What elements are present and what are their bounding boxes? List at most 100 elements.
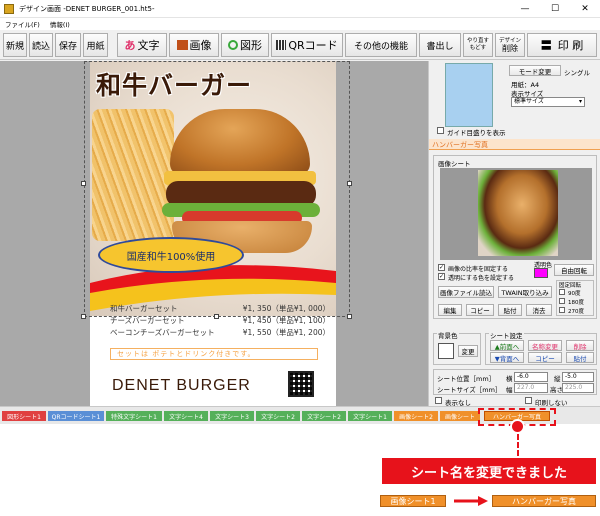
sheet-copy-button[interactable]: コピー — [528, 352, 562, 363]
edit-button[interactable]: 編集 — [438, 304, 462, 316]
shape-button[interactable]: 図形 — [221, 33, 269, 57]
no-display-checkbox[interactable] — [435, 397, 442, 404]
resize-handle-left[interactable] — [81, 181, 86, 186]
w-label: 幅 — [506, 386, 513, 394]
sheet-settings-label: シート設定 — [489, 330, 524, 340]
export-button[interactable]: 書出し — [419, 33, 461, 57]
w-input[interactable]: 227.0 — [514, 383, 548, 393]
maximize-button[interactable]: ☐ — [540, 0, 570, 18]
redo-label: もどす — [469, 45, 487, 51]
no-print-checkbox[interactable] — [525, 397, 532, 404]
y-label: 縦 — [554, 375, 561, 383]
minimize-button[interactable]: — — [510, 0, 540, 18]
erase-button[interactable]: 消去 — [526, 304, 552, 316]
to-back-button[interactable]: ▼背面へ — [490, 352, 524, 363]
guide-checkbox[interactable] — [437, 127, 444, 134]
display-size-select[interactable]: 標準サイズ ▾ — [511, 97, 585, 107]
resize-handle-right[interactable] — [347, 181, 352, 186]
sheet-position-label: シート位置［mm］ — [437, 375, 496, 383]
paper-button[interactable]: 用紙 — [83, 33, 108, 57]
print-icon: 〓 — [540, 39, 552, 52]
sheet-tab[interactable]: 特殊文字シート1 — [106, 411, 162, 421]
load-image-button[interactable]: 画像ファイル読込 — [438, 286, 494, 298]
app-icon — [4, 3, 14, 14]
brand-name[interactable]: DENET BURGER — [112, 377, 251, 395]
menu-info[interactable]: 情報(I) — [50, 19, 70, 29]
undo-redo-button[interactable]: やり直す もどす — [463, 33, 493, 57]
print-button[interactable]: 〓 印 刷 — [527, 33, 597, 57]
keep-ratio-checkbox[interactable]: ✓ — [438, 264, 445, 271]
sheet-tab[interactable]: 文字シート3 — [210, 411, 254, 421]
display-size-value: 標準サイズ — [514, 98, 544, 105]
sheet-tab[interactable]: 画像シート2 — [394, 411, 438, 421]
callout-dot — [510, 419, 525, 434]
text-button[interactable]: あ 文字 — [117, 33, 167, 57]
menu-item-name: ベーコンチーズバーガーセット — [110, 328, 215, 337]
canvas-area: 和牛バーガー 国産和牛100%使用 和牛バーガーセット ¥1, 350（単品¥1… — [0, 61, 428, 406]
image-icon — [176, 40, 188, 50]
y-input[interactable]: -5.0 — [562, 372, 594, 382]
menu-bar: ファイル(F) 情報(I) — [0, 18, 600, 30]
sheet-size-label: シートサイズ［mm］ — [437, 386, 502, 394]
bg-color-swatch[interactable] — [438, 343, 454, 359]
sheet-tab[interactable]: 文字シート4 — [164, 411, 208, 421]
free-rotate-button[interactable]: 自由回転 — [554, 264, 594, 276]
resize-handle-bottom-right[interactable] — [347, 314, 352, 319]
sheet-paste-button[interactable]: 貼付 — [566, 352, 594, 363]
rotate-270-checkbox[interactable] — [559, 307, 565, 313]
sheet-tab[interactable]: 文字シート1 — [348, 411, 392, 421]
x-input[interactable]: -6.0 — [514, 372, 548, 382]
sheet-tab[interactable]: QRコードシート1 — [48, 411, 104, 421]
sheet-tab[interactable]: 画像シート — [440, 411, 480, 421]
close-button[interactable]: ✕ — [570, 0, 600, 18]
paper-thumbnail[interactable] — [445, 63, 493, 127]
sheet-tab[interactable]: 図形シート1 — [2, 411, 46, 421]
image-button[interactable]: 画像 — [169, 33, 219, 57]
design-delete-button[interactable]: デザイン 削除 — [495, 33, 525, 57]
qr-button[interactable]: QRコード — [271, 33, 343, 57]
mode-change-button[interactable]: モード変更 — [509, 65, 561, 76]
open-button[interactable]: 読込 — [29, 33, 53, 57]
sheet-tab[interactable]: 文字シート2 — [302, 411, 346, 421]
h-input[interactable]: 225.0 — [562, 383, 594, 393]
image-sheet-group-label: 画像シート — [438, 160, 471, 168]
transparent-color-swatch[interactable] — [534, 268, 548, 278]
fixed-rotate-label: 固定回転 — [559, 283, 582, 289]
resize-handle-bottom-left[interactable] — [81, 314, 86, 319]
keep-ratio-label: 画像の比率を固定する — [448, 266, 509, 273]
design-delete-label: 削除 — [502, 44, 518, 53]
menu-file[interactable]: ファイル(F) — [5, 19, 40, 29]
rename-button[interactable]: 名称変更 — [528, 340, 562, 351]
sheet-tab[interactable]: 文字シート2 — [256, 411, 300, 421]
bg-color-change-button[interactable]: 変更 — [458, 345, 478, 357]
menu-row: ベーコンチーズバーガーセット ¥1, 550（単品¥1, 200） — [110, 327, 330, 339]
sheet-delete-button[interactable]: 削除 — [566, 340, 594, 351]
before-sheet-name: 画像シート1 — [380, 495, 446, 507]
image-button-label: 画像 — [189, 39, 212, 52]
other-functions-button[interactable]: その他の機能 — [345, 33, 417, 57]
resize-handle-bottom[interactable] — [214, 314, 219, 319]
app-window: デザイン画面 -DENET BURGER_001.ht5- — ☐ ✕ ファイル… — [0, 0, 600, 424]
image-sheet-group: 画像シート ✓ 画像の比率を固定する ✓ 透明にする色を設定する 透明色 自由回… — [433, 155, 597, 319]
selection-box — [84, 61, 350, 317]
qr-button-label: QRコード — [288, 39, 338, 52]
transparent-checkbox[interactable]: ✓ — [438, 273, 445, 280]
rotate-90-checkbox[interactable] — [559, 289, 565, 295]
rotate-180-checkbox[interactable] — [559, 298, 565, 304]
text-button-label: 文字 — [137, 39, 160, 52]
menu-item-price: ¥1, 550（単品¥1, 200） — [242, 328, 330, 337]
arrow-right-icon — [454, 496, 488, 506]
paste-button[interactable]: 貼付 — [498, 304, 522, 316]
shape-button-label: 図形 — [240, 39, 262, 52]
set-note[interactable]: セットは ポテトとドリンク付きです。 — [110, 348, 318, 360]
print-button-label: 印 刷 — [557, 39, 584, 52]
rotate-180-label: 180度 — [568, 300, 584, 306]
save-button[interactable]: 保存 — [55, 33, 81, 57]
shape-icon — [228, 40, 238, 50]
twain-button[interactable]: TWAIN取り込み — [498, 286, 552, 298]
copy-button[interactable]: コピー — [466, 304, 494, 316]
to-front-button[interactable]: ▲前面へ — [490, 340, 524, 351]
qr-code[interactable] — [288, 371, 314, 397]
new-button[interactable]: 新規 — [3, 33, 27, 57]
sheet-settings-group: シート設定 ▲前面へ ▼背面へ 名称変更 コピー 削除 貼付 — [485, 330, 597, 365]
